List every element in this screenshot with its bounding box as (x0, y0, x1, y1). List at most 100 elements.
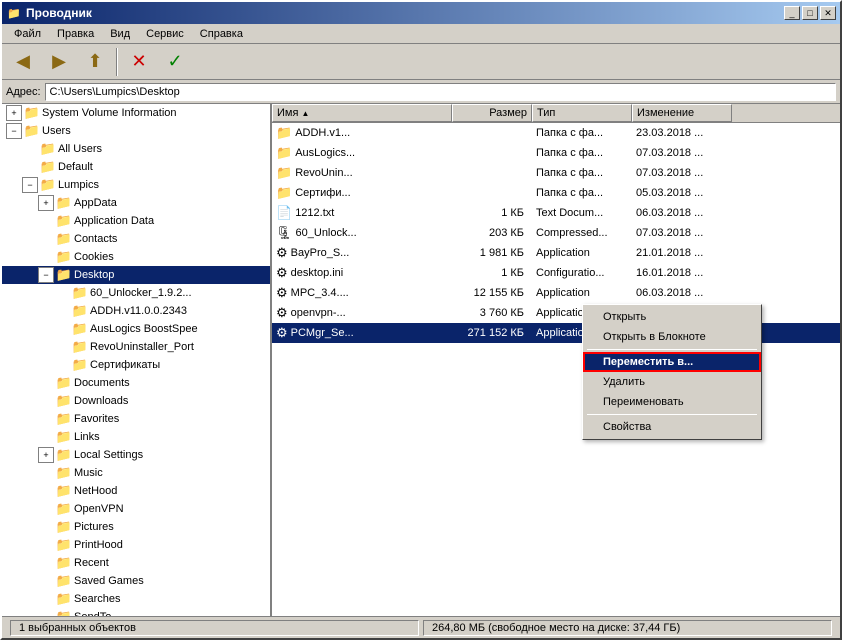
tree-item-local-settings[interactable]: +📁Local Settings (2, 446, 270, 464)
tree-expander-local-settings[interactable]: + (38, 447, 54, 463)
tree-item-pictures[interactable]: 📁Pictures (2, 518, 270, 536)
tree-label-music: Music (74, 467, 103, 479)
tree-item-60-unlocker[interactable]: 📁60_Unlocker_1.9.2... (2, 284, 270, 302)
file-row-0[interactable]: 📁 ADDH.v1... Папка с фа... 23.03.2018 ..… (272, 123, 840, 143)
tree-expander-system-volume[interactable]: + (6, 105, 22, 121)
tree-item-all-users[interactable]: 📁All Users (2, 140, 270, 158)
file-row-7[interactable]: ⚙ desktop.ini 1 КБ Configuratio... 16.01… (272, 263, 840, 283)
folder-icon-desktop: 📁 (56, 267, 72, 283)
file-size-7: 1 КБ (452, 265, 532, 281)
close-button[interactable]: ✕ (820, 6, 836, 20)
minimize-button[interactable]: _ (784, 6, 800, 20)
tree-item-printhood[interactable]: 📁PrintHood (2, 536, 270, 554)
file-name-text-9: openvpn-... (291, 307, 346, 319)
file-row-2[interactable]: 📁 RevoUnin... Папка с фа... 07.03.2018 .… (272, 163, 840, 183)
tree-item-documents[interactable]: 📁Documents (2, 374, 270, 392)
file-row-4[interactable]: 📄 1212.txt 1 КБ Text Docum... 06.03.2018… (272, 203, 840, 223)
file-icon-3: 📁 (276, 185, 292, 201)
file-name-1: 📁 AusLogics... (272, 143, 452, 163)
tree-item-recent[interactable]: 📁Recent (2, 554, 270, 572)
folder-icon-appdata: 📁 (56, 195, 72, 211)
tree-item-revo[interactable]: 📁RevoUninstaller_Port (2, 338, 270, 356)
file-row-1[interactable]: 📁 AusLogics... Папка с фа... 07.03.2018 … (272, 143, 840, 163)
up-button[interactable]: ⬆ (78, 47, 112, 77)
back-button[interactable]: ◀ (6, 47, 40, 77)
tree-label-nethood: NetHood (74, 485, 117, 497)
col-header-date[interactable]: Изменение (632, 104, 732, 122)
menu-edit[interactable]: Правка (49, 26, 102, 42)
file-row-8[interactable]: ⚙ MPC_3.4.... 12 155 КБ Application 06.0… (272, 283, 840, 303)
address-input[interactable] (45, 83, 836, 101)
tree-item-default[interactable]: 📁Default (2, 158, 270, 176)
title-bar-left: 📁 Проводник (6, 5, 92, 21)
file-row-5[interactable]: 🗜 60_Unlock... 203 КБ Compressed... 07.0… (272, 223, 840, 243)
menu-file[interactable]: Файл (6, 26, 49, 42)
delete-button[interactable]: ✕ (122, 47, 156, 77)
folder-icon-revo: 📁 (72, 339, 88, 355)
sort-arrow-name: ▲ (302, 109, 310, 118)
confirm-button[interactable]: ✓ (158, 47, 192, 77)
tree-item-application-data[interactable]: 📁Application Data (2, 212, 270, 230)
tree-label-auslogics: AusLogics BoostSpee (90, 323, 198, 335)
tree-item-favorites[interactable]: 📁Favorites (2, 410, 270, 428)
col-header-size[interactable]: Размер (452, 104, 532, 122)
ctx-item-move-to[interactable]: Переместить в... (583, 352, 761, 372)
tree-item-music[interactable]: 📁Music (2, 464, 270, 482)
folder-icon-searches: 📁 (56, 591, 72, 607)
folder-icon-openvpn: 📁 (56, 501, 72, 517)
tree-label-recent: Recent (74, 557, 109, 569)
col-header-name[interactable]: Имя ▲ (272, 104, 452, 122)
tree-label-all-users: All Users (58, 143, 102, 155)
tree-label-desktop: Desktop (74, 269, 114, 281)
file-date-2: 07.03.2018 ... (632, 165, 732, 181)
file-date-0: 23.03.2018 ... (632, 125, 732, 141)
file-row-6[interactable]: ⚙ BayPro_S... 1 981 КБ Application 21.01… (272, 243, 840, 263)
tree-item-auslogics[interactable]: 📁AusLogics BoostSpee (2, 320, 270, 338)
tree-item-links[interactable]: 📁Links (2, 428, 270, 446)
maximize-button[interactable]: □ (802, 6, 818, 20)
file-icon-7: ⚙ (276, 265, 288, 281)
tree-item-system-volume[interactable]: +📁System Volume Information (2, 104, 270, 122)
tree-item-contacts[interactable]: 📁Contacts (2, 230, 270, 248)
tree-item-sendto[interactable]: 📁SendTo (2, 608, 270, 616)
ctx-item-delete[interactable]: Удалить (583, 372, 761, 392)
tree-expander-users[interactable]: − (6, 123, 22, 139)
tree-item-lumpics[interactable]: −📁Lumpics (2, 176, 270, 194)
file-icon-9: ⚙ (276, 305, 288, 321)
ctx-item-properties[interactable]: Свойства (583, 417, 761, 437)
file-name-5: 🗜 60_Unlock... (272, 223, 452, 243)
tree-item-sertif[interactable]: 📁Сертификаты (2, 356, 270, 374)
tree-item-downloads[interactable]: 📁Downloads (2, 392, 270, 410)
menu-view[interactable]: Вид (102, 26, 138, 42)
tree-item-saved-games[interactable]: 📁Saved Games (2, 572, 270, 590)
tree-item-appdata[interactable]: +📁AppData (2, 194, 270, 212)
tree-item-openvpn[interactable]: 📁OpenVPN (2, 500, 270, 518)
menu-help[interactable]: Справка (192, 26, 251, 42)
tree-item-addh[interactable]: 📁ADDH.v11.0.0.2343 (2, 302, 270, 320)
tree-expander-lumpics[interactable]: − (22, 177, 38, 193)
file-size-3 (452, 191, 532, 195)
tree-item-nethood[interactable]: 📁NetHood (2, 482, 270, 500)
col-header-type[interactable]: Тип (532, 104, 632, 122)
file-date-7: 16.01.2018 ... (632, 265, 732, 281)
ctx-item-open-notepad[interactable]: Открыть в Блокноте (583, 327, 761, 347)
tree-item-searches[interactable]: 📁Searches (2, 590, 270, 608)
tree-item-cookies[interactable]: 📁Cookies (2, 248, 270, 266)
status-right: 264,80 МБ (свободное место на диске: 37,… (423, 620, 832, 636)
main-window: 📁 Проводник _ □ ✕ Файл Правка Вид Сервис… (0, 0, 842, 640)
menu-tools[interactable]: Сервис (138, 26, 192, 42)
ctx-item-rename[interactable]: Переименовать (583, 392, 761, 412)
file-date-6: 21.01.2018 ... (632, 245, 732, 261)
tree-item-users[interactable]: −📁Users (2, 122, 270, 140)
ctx-item-open[interactable]: Открыть (583, 307, 761, 327)
tree-item-desktop[interactable]: −📁Desktop (2, 266, 270, 284)
folder-icon-60-unlocker: 📁 (72, 285, 88, 301)
file-name-3: 📁 Сертифи... (272, 183, 452, 203)
file-row-3[interactable]: 📁 Сертифи... Папка с фа... 05.03.2018 ..… (272, 183, 840, 203)
file-name-text-6: BayPro_S... (291, 247, 350, 259)
forward-button[interactable]: ▶ (42, 47, 76, 77)
tree-expander-desktop[interactable]: − (38, 267, 54, 283)
tree-expander-appdata[interactable]: + (38, 195, 54, 211)
folder-icon-saved-games: 📁 (56, 573, 72, 589)
file-name-2: 📁 RevoUnin... (272, 163, 452, 183)
